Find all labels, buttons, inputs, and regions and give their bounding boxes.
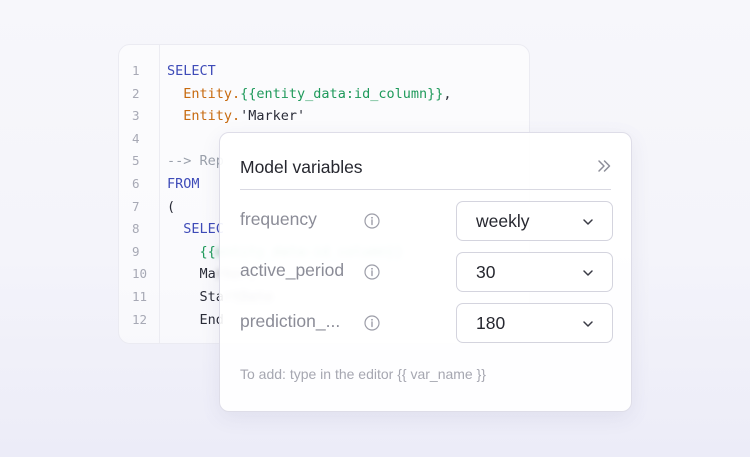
info-icon[interactable] (364, 315, 380, 331)
select-value: 180 (476, 313, 506, 333)
line-number: 5 (132, 153, 140, 169)
line-number: 8 (132, 221, 140, 237)
variable-name-active-period: active_period (240, 260, 345, 280)
line-number: 12 (132, 311, 148, 327)
info-icon[interactable] (364, 264, 380, 280)
code-token: End (167, 311, 224, 328)
prediction-select[interactable]: 180 (456, 303, 613, 343)
code-token: Entity. (167, 85, 241, 102)
code-text: Entity.{{entity_data:id_column}}, (167, 83, 452, 105)
code-text: Entity.'Marker' (167, 105, 305, 127)
line-number: 6 (132, 176, 140, 191)
code-token: {{entity_data:id_column}} (240, 85, 444, 102)
line-number: 2 (132, 85, 140, 101)
line-number: 10 (132, 266, 148, 282)
info-icon[interactable] (364, 213, 380, 229)
code-text: FROM (167, 173, 200, 195)
code-text: SELEC (167, 218, 224, 240)
frequency-select[interactable]: weekly (456, 201, 613, 241)
select-value: 30 (476, 262, 496, 282)
line-number: 9 (132, 243, 140, 259)
code-token: Entity. (167, 108, 241, 125)
variable-name-prediction: prediction_... (240, 311, 341, 331)
code-token: , (443, 85, 452, 102)
line-number: 3 (132, 108, 140, 124)
chevron-down-icon (583, 219, 593, 225)
model-variables-panel: Model variables frequency weekly active_… (219, 132, 632, 412)
code-token: Ma (167, 266, 216, 283)
select-value: weekly (476, 211, 530, 231)
add-variable-hint: To add: type in the editor {{ var_name }… (240, 366, 486, 382)
code-token: Sta (167, 289, 224, 305)
panel-title: Model variables (240, 157, 363, 177)
code-text: SELECT (167, 60, 216, 82)
code-text: ( (167, 196, 175, 218)
double-chevron-right-icon[interactable] (596, 158, 612, 174)
code-token: FROM (167, 176, 200, 192)
active-period-select[interactable]: 30 (456, 252, 613, 292)
line-number: 7 (132, 198, 140, 214)
code-token: {{ (167, 243, 216, 260)
line-number: 11 (132, 289, 148, 304)
chevron-down-icon (583, 321, 593, 327)
variable-name-frequency: frequency (240, 209, 317, 229)
line-number: 1 (132, 63, 140, 78)
code-token: ( (167, 198, 176, 215)
code-token: SELECT (167, 63, 216, 79)
code-text: --> Rep (167, 150, 224, 172)
code-token: --> Rep (167, 153, 224, 170)
code-token: 'Marker' (240, 108, 306, 125)
code-token: SELEC (167, 221, 224, 238)
chevron-down-icon (583, 270, 593, 276)
panel-divider (240, 189, 611, 190)
line-number: 4 (132, 130, 140, 146)
code-text: End (167, 309, 224, 331)
